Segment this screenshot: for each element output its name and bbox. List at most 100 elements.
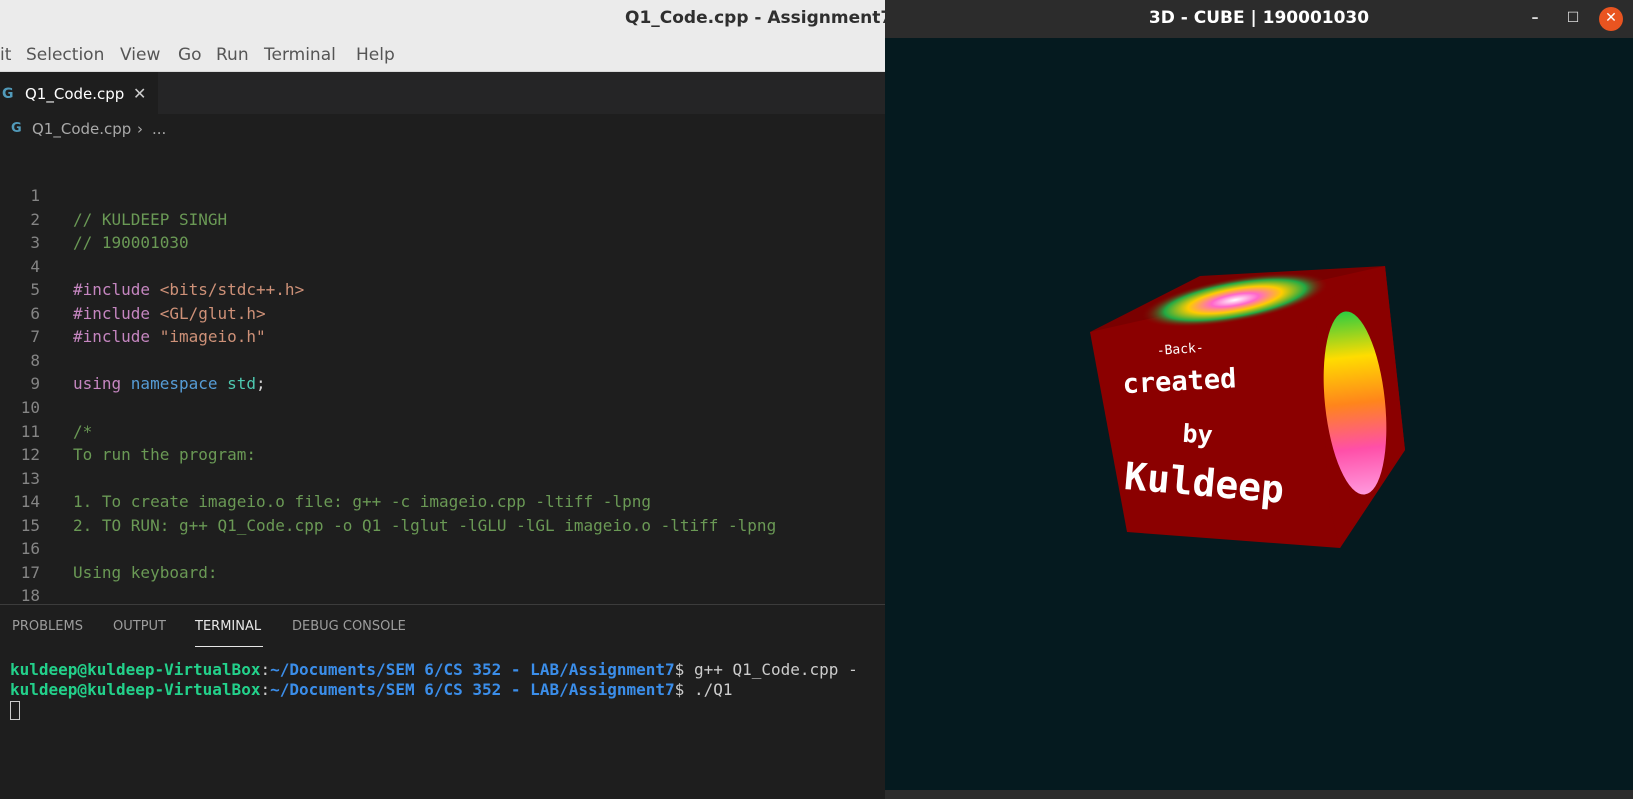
- code-text: /*: [73, 420, 92, 443]
- code-text: 2. TO RUN: g++ Q1_Code.cpp -o Q1 -lglut …: [73, 514, 776, 537]
- terminal-user: kuldeep@kuldeep-VirtualBox: [10, 680, 261, 699]
- code-token: #include: [73, 303, 160, 323]
- cube-text-by: by: [1182, 419, 1214, 450]
- menu-selection[interactable]: Selection: [26, 45, 104, 65]
- menu-edit[interactable]: it: [0, 45, 11, 65]
- terminal-user: kuldeep@kuldeep-VirtualBox: [10, 660, 261, 679]
- line-number: 8: [30, 350, 40, 370]
- code-line[interactable]: 3 // 190001030: [0, 231, 885, 254]
- line-number: 1: [30, 186, 40, 205]
- code-text: Using keyboard:: [73, 561, 218, 584]
- code-token: "imageio.h": [159, 327, 266, 347]
- maximize-button[interactable]: ☐: [1561, 7, 1585, 31]
- gl-titlebar: 3D - CUBE | 190001030 – ☐ ✕: [885, 0, 1633, 38]
- code-line[interactable]: 12 To run the program:: [0, 443, 885, 466]
- line-number: 12: [20, 445, 40, 465]
- panel-tab-terminal[interactable]: TERMINAL: [195, 619, 261, 634]
- code-token: <GL/glut.h>: [159, 303, 266, 323]
- breadcrumb-more[interactable]: ...: [152, 114, 166, 144]
- code-token: // KULDEEP SINGH: [73, 209, 228, 229]
- code-text: #include "imageio.h": [73, 325, 266, 348]
- code-line[interactable]: 9 using namespace std;: [0, 372, 885, 395]
- terminal-command: $ ./Q1: [674, 680, 733, 699]
- code-line[interactable]: 2 // KULDEEP SINGH: [0, 208, 885, 231]
- gl-canvas[interactable]: -Back- created by Kuldeep: [885, 38, 1633, 790]
- code-line[interactable]: 7 #include "imageio.h": [0, 325, 885, 348]
- line-number: 15: [20, 515, 40, 535]
- tab-q1-code-cpp[interactable]: G Q1_Code.cpp ✕: [0, 72, 158, 114]
- code-text: using namespace std;: [73, 372, 266, 395]
- code-line[interactable]: 5 #include <bits/stdc++.h>: [0, 278, 885, 301]
- minimize-button[interactable]: –: [1523, 7, 1547, 31]
- menu-run[interactable]: Run: [216, 45, 249, 65]
- vscode-titlebar: Q1_Code.cpp - Assignment7 -: [0, 0, 885, 38]
- line-number: 6: [30, 303, 40, 323]
- code-text: To run the program:: [73, 443, 256, 466]
- code-token: // 190001030: [73, 233, 189, 253]
- gl-window-bottom-border: [885, 790, 1633, 799]
- code-token: #include: [73, 280, 160, 300]
- code-line[interactable]: 13: [0, 467, 885, 490]
- terminal-command: $ g++ Q1_Code.cpp -: [674, 660, 858, 679]
- line-number: 18: [20, 586, 40, 604]
- code-line[interactable]: 14 1. To create imageio.o file: g++ -c im…: [0, 490, 885, 513]
- code-text: #include <bits/stdc++.h>: [73, 278, 304, 301]
- line-number: 14: [20, 492, 40, 512]
- code-line[interactable]: 16: [0, 537, 885, 560]
- code-token: To run the program:: [73, 445, 257, 465]
- code-token: using: [73, 374, 131, 394]
- panel-tab-output[interactable]: OUTPUT: [113, 619, 166, 634]
- breadcrumb-file[interactable]: Q1_Code.cpp: [32, 114, 131, 144]
- terminal-colon: :: [260, 680, 271, 699]
- menu-help[interactable]: Help: [356, 45, 395, 65]
- line-number: 10: [20, 397, 40, 417]
- terminal-line: kuldeep@kuldeep-VirtualBox:~/Documents/S…: [10, 680, 885, 700]
- code-token: ;: [256, 374, 266, 394]
- cube-text-created: created: [1122, 363, 1237, 400]
- tab-close-icon[interactable]: ✕: [133, 73, 146, 115]
- vscode-menubar: it Selection View Go Run Terminal Help: [0, 38, 885, 72]
- code-line[interactable]: 11 /*: [0, 420, 885, 443]
- code-editor[interactable]: 1 2// KULDEEP SINGH 3// 190001030 4 5 #includ…: [0, 144, 885, 604]
- close-button[interactable]: ✕: [1599, 7, 1623, 31]
- code-token: #include: [73, 327, 160, 347]
- line-number: 11: [20, 421, 40, 441]
- menu-view[interactable]: View: [120, 45, 160, 65]
- code-line[interactable]: 17 Using keyboard:: [0, 561, 885, 584]
- menu-terminal[interactable]: Terminal: [264, 45, 336, 65]
- terminal-colon: :: [260, 660, 271, 679]
- line-number: 13: [20, 468, 40, 488]
- breadcrumb-separator: ›: [137, 120, 143, 138]
- code-token: <bits/stdc++.h>: [159, 280, 305, 300]
- line-number: 17: [20, 562, 40, 582]
- tab-label: Q1_Code.cpp: [25, 85, 125, 103]
- code-text: #include <GL/glut.h>: [73, 302, 266, 325]
- line-number: 9: [30, 374, 40, 394]
- code-line[interactable]: 6 #include <GL/glut.h>: [0, 302, 885, 325]
- editor-tab-bar: G Q1_Code.cpp ✕: [0, 72, 885, 114]
- terminal-cursor: [10, 701, 20, 720]
- line-number: 2: [30, 209, 40, 229]
- line-number: 4: [30, 256, 40, 276]
- code-line[interactable]: 8: [0, 349, 885, 372]
- opengl-window: 3D - CUBE | 190001030 – ☐ ✕ -Back- creat…: [885, 0, 1633, 799]
- gl-window-title: 3D - CUBE | 190001030: [1148, 8, 1370, 28]
- panel-tab-debug-console[interactable]: DEBUG CONSOLE: [292, 619, 406, 634]
- bottom-panel: PROBLEMS OUTPUT TERMINAL DEBUG CONSOLE k…: [0, 604, 885, 799]
- panel-tab-problems[interactable]: PROBLEMS: [12, 619, 83, 634]
- code-line[interactable]: 18: [0, 584, 885, 604]
- vscode-window-title: Q1_Code.cpp - Assignment7 -: [625, 8, 885, 28]
- code-line[interactable]: 4: [0, 255, 885, 278]
- code-line[interactable]: 1: [0, 184, 885, 207]
- line-number: 7: [30, 327, 40, 347]
- code-token: /*: [73, 421, 93, 441]
- code-text: 1. To create imageio.o file: g++ -c imag…: [73, 490, 651, 513]
- code-token: 2. TO RUN: g++ Q1_Code.cpp -o Q1 -lglut …: [73, 515, 777, 535]
- menu-go[interactable]: Go: [178, 45, 202, 65]
- code-token: Using keyboard:: [73, 562, 218, 582]
- code-line[interactable]: 10: [0, 396, 885, 419]
- code-line[interactable]: 15 2. TO RUN: g++ Q1_Code.cpp -o Q1 -lglu…: [0, 514, 885, 537]
- line-number: 16: [20, 539, 40, 559]
- active-tab-underline: [195, 646, 263, 647]
- terminal[interactable]: kuldeep@kuldeep-VirtualBox:~/Documents/S…: [10, 660, 885, 720]
